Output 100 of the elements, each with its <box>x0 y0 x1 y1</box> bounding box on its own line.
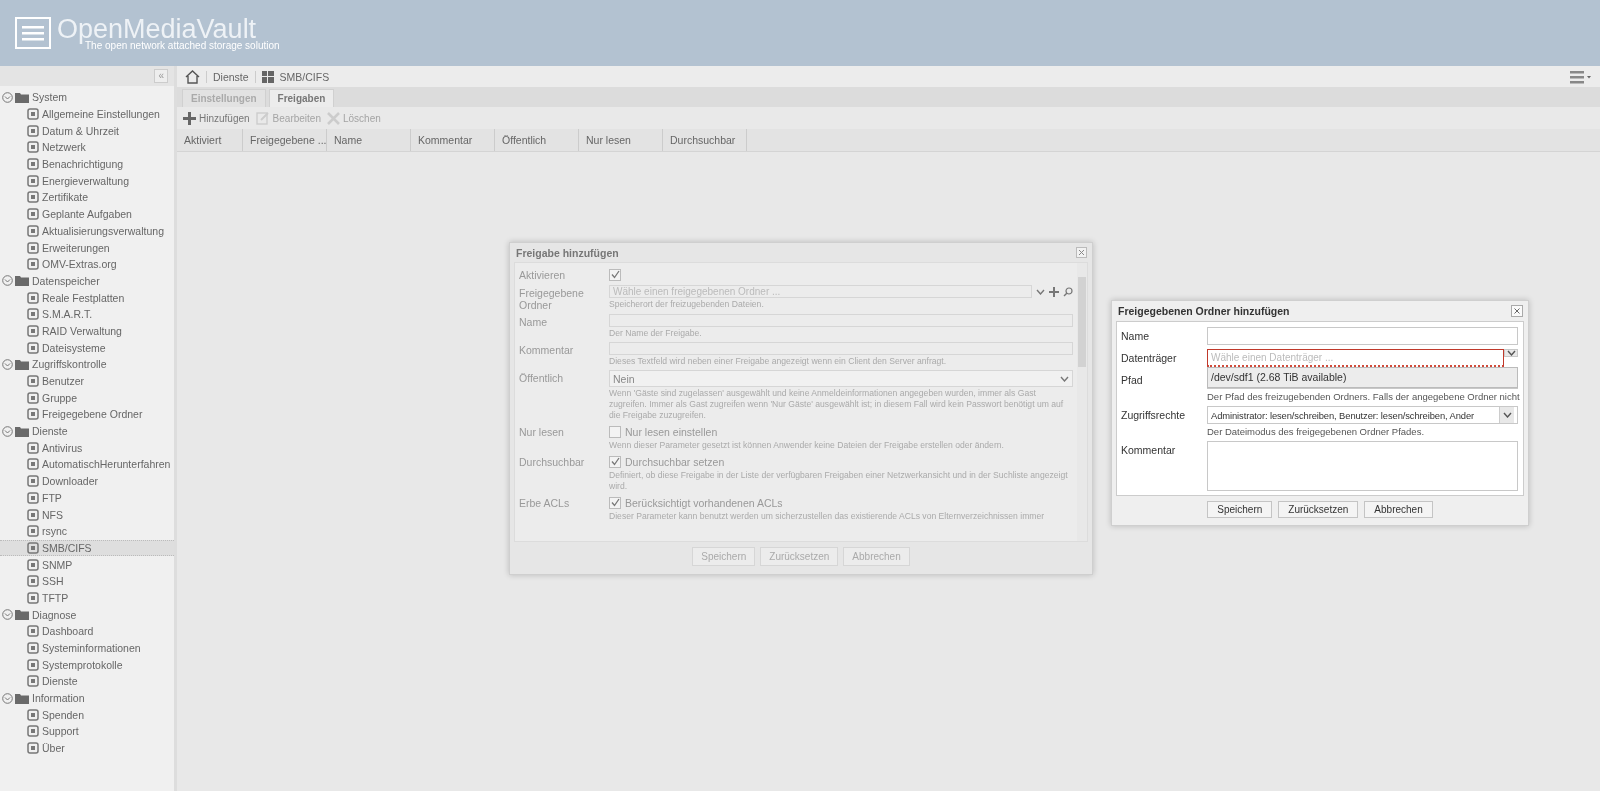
menu-item-icon <box>27 541 39 554</box>
dialog-button[interactable]: Speichern <box>1207 501 1273 518</box>
checkbox[interactable] <box>609 455 621 468</box>
menu-item-icon <box>27 708 39 721</box>
folder-icon <box>15 425 30 437</box>
column-header[interactable]: Freigegebene ... <box>243 129 327 151</box>
sidebar-item[interactable]: Datum & Uhrzeit <box>0 122 174 140</box>
sidebar-group[interactable]: Dienste <box>32 425 68 438</box>
menu-item-icon <box>27 375 39 388</box>
dropdown-option[interactable]: /dev/sdf1 (2.68 TiB available) <box>1208 368 1517 386</box>
sidebar-item[interactable]: Über <box>0 739 174 757</box>
sidebar-item[interactable]: SSH <box>0 572 174 590</box>
menu-item-icon <box>27 508 39 521</box>
sidebar-item[interactable]: Zertifikate <box>0 189 174 206</box>
sidebar-item[interactable]: Energieverwaltung <box>0 172 174 190</box>
sidebar-item[interactable]: Dienste <box>0 673 174 690</box>
sidebar-item[interactable]: SMB/CIFS <box>0 539 174 557</box>
column-header[interactable]: Kommentar <box>411 129 495 151</box>
select-field[interactable]: Nein <box>609 370 1073 387</box>
field-label: Öffentlich <box>519 371 565 386</box>
column-header[interactable]: Nur lesen <box>579 129 663 151</box>
sidebar-item[interactable]: FTP <box>0 489 174 507</box>
sidebar-group[interactable]: Information <box>32 692 85 705</box>
column-header[interactable]: Aktiviert <box>177 129 243 151</box>
scrollbar[interactable] <box>1077 263 1087 541</box>
sidebar-group[interactable]: Zugriffskontrolle <box>32 358 107 371</box>
expand-toggle-icon[interactable] <box>2 358 13 370</box>
column-header[interactable]: Öffentlich <box>495 129 579 151</box>
menu-item-icon <box>27 725 39 738</box>
sidebar-item[interactable]: Spenden <box>0 706 174 724</box>
sidebar-item[interactable]: Geplante Aufgaben <box>0 205 174 223</box>
text-area[interactable] <box>1207 441 1518 491</box>
sidebar-item[interactable]: Netzwerk <box>0 139 174 156</box>
dialog-button[interactable]: Zurücksetzen <box>1278 501 1359 518</box>
close-icon[interactable] <box>1076 247 1087 258</box>
sidebar-item[interactable]: S.M.A.R.T. <box>0 305 174 323</box>
menu-item-icon <box>27 108 39 121</box>
dialog-button[interactable]: Abbrechen <box>1364 501 1433 518</box>
column-header[interactable]: Name <box>327 129 411 151</box>
caret-icon <box>1036 288 1045 295</box>
checkbox[interactable] <box>609 496 621 509</box>
sidebar-item[interactable]: RAID Verwaltung <box>0 322 174 340</box>
folder-icon <box>15 609 30 621</box>
menu-item-icon <box>27 642 39 655</box>
checkbox[interactable] <box>609 268 621 281</box>
sidebar-item[interactable]: Erweiterungen <box>0 239 174 256</box>
home-icon[interactable] <box>185 69 200 84</box>
menu-item-icon <box>27 208 39 221</box>
sidebar-item[interactable]: Support <box>0 723 174 740</box>
breadcrumb-link[interactable]: SMB/CIFS <box>279 70 330 83</box>
text-field[interactable] <box>1207 327 1518 345</box>
sidebar-group[interactable]: System <box>32 91 67 104</box>
expand-toggle-icon[interactable] <box>2 692 13 704</box>
expand-toggle-icon[interactable] <box>2 609 13 621</box>
field-label: Kommentar <box>1121 443 1177 458</box>
sidebar-item[interactable]: Downloader <box>0 472 174 490</box>
sidebar-item[interactable]: rsync <box>0 522 174 540</box>
select-field[interactable]: Administrator: lesen/schreiben, Benutzer: lesen/schreiben, Ander <box>1207 406 1518 424</box>
menu-item-icon <box>27 124 39 137</box>
menu-item-icon <box>27 658 39 671</box>
menu-item-icon <box>27 174 39 187</box>
search-icon <box>1063 286 1073 297</box>
field-label: Zugriffsrechte <box>1121 408 1186 423</box>
sidebar-item[interactable]: SNMP <box>0 556 174 573</box>
sidebar-item[interactable]: Freigegebene Ordner <box>0 406 174 423</box>
sidebar-item[interactable]: Benutzer <box>0 372 174 390</box>
sidebar-group[interactable]: Datenspeicher <box>32 274 100 287</box>
sidebar-group[interactable]: Diagnose <box>32 608 77 621</box>
sidebar-item[interactable]: TFTP <box>0 589 174 607</box>
menu-item-icon <box>27 291 39 304</box>
field-label: Nur lesen <box>519 425 565 440</box>
sidebar-item[interactable]: AutomatischHerunterfahren <box>0 456 174 473</box>
field-label: Datenträger <box>1121 351 1178 366</box>
field-hint: Der Dateimodus des freigegebenen Ordner Pfades. <box>1207 426 1426 437</box>
sidebar-item[interactable]: Aktualisierungsverwaltung <box>0 222 174 240</box>
sidebar-item[interactable]: Gruppe <box>0 389 174 407</box>
sidebar-item[interactable]: OMV-Extras.org <box>0 255 174 273</box>
plus-icon <box>183 111 196 125</box>
menu-item-icon <box>27 241 39 254</box>
sidebar-item[interactable]: NFS <box>0 506 174 523</box>
sidebar-item[interactable]: Reale Festplatten <box>0 289 174 306</box>
checkbox[interactable] <box>609 425 621 438</box>
checkbox-label: Nur lesen einstellen <box>625 425 718 438</box>
expand-toggle-icon[interactable] <box>2 425 13 437</box>
combo-field[interactable]: Wähle einen Datenträger ... <box>1207 349 1504 367</box>
sidebar-item[interactable]: Systeminformationen <box>0 639 174 657</box>
column-header[interactable]: Durchsuchbar <box>663 129 747 151</box>
sidebar-item[interactable]: Systemprotokolle <box>0 656 174 674</box>
sidebar-item[interactable]: Benachrichtigung <box>0 155 174 173</box>
expand-toggle-icon[interactable] <box>2 91 13 103</box>
expand-toggle-icon[interactable] <box>2 275 13 287</box>
sidebar-item[interactable]: Allgemeine Einstellungen <box>0 105 174 123</box>
tab[interactable]: Freigaben <box>268 89 335 107</box>
toolbar-button[interactable]: Hinzufügen <box>183 111 250 125</box>
sidebar-item[interactable]: Dashboard <box>0 623 174 640</box>
sidebar-item[interactable]: Dateisysteme <box>0 339 174 356</box>
sidebar-item[interactable]: Antivirus <box>0 439 174 457</box>
breadcrumb-link[interactable]: Dienste <box>213 70 249 83</box>
close-icon[interactable] <box>1511 305 1523 317</box>
menu-icon[interactable] <box>1570 69 1592 84</box>
